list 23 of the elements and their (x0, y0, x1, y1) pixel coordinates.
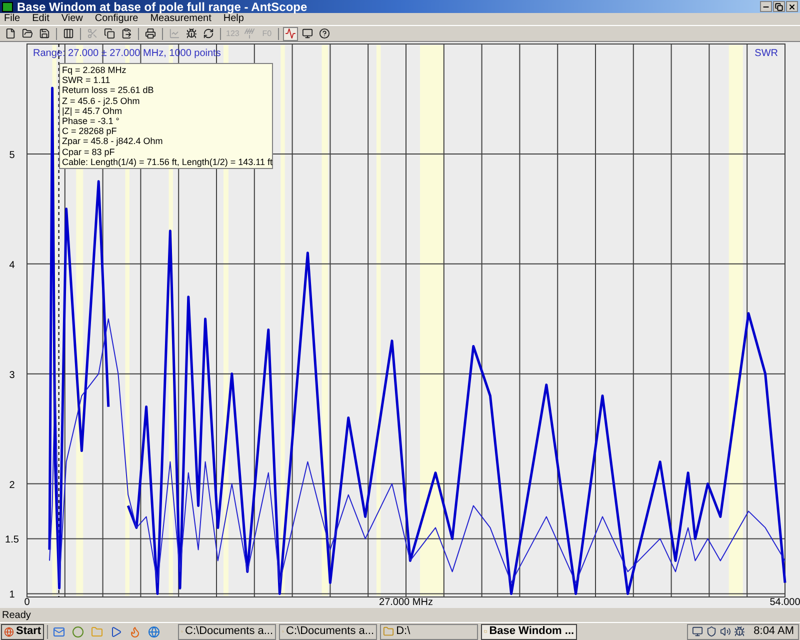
y-tick-label: 3 (9, 370, 15, 381)
tooltip-line: SWR = 1.11 (62, 75, 112, 86)
y-tick-label: 2 (9, 480, 15, 491)
x-tick-label: 0 (24, 597, 30, 608)
tooltip-line: Z = 45.6 - j2.5 Ohm (62, 96, 141, 106)
tooltip-line: Zpar = 45.8 - j842.4 Ohm (62, 136, 164, 147)
y-axis-label: SWR (754, 48, 778, 59)
tooltip-line: Fq = 2.268 MHz (62, 65, 128, 76)
x-tick-label: 54.000 (770, 597, 800, 608)
tooltip-line: Phase = -3.1 ° (62, 116, 120, 126)
x-tick-label: 27.000 MHz (379, 597, 433, 608)
y-tick-label: 4 (9, 260, 15, 271)
tooltip-line: Cable: Length(1/4) = 71.56 ft, Length(1/2) = 143.11 ft (62, 156, 270, 168)
clock: 8:04 AM (754, 624, 794, 640)
tooltip-line: C = 28268 pF (62, 126, 118, 136)
status-text: Ready (2, 608, 31, 622)
tooltip-line: |Z| = 45.7 Ohm (62, 106, 123, 116)
y-tick-label: 5 (9, 150, 15, 161)
y-tick-label: 1.5 (5, 534, 19, 546)
tooltip-line: Cpar = 83 pF (62, 146, 116, 157)
window-title: Base Windom at base of pole full range - AntScope (17, 0, 308, 12)
y-tick-label: 1 (9, 590, 15, 601)
tooltip-line: Return loss = 25.61 dB (62, 85, 155, 96)
